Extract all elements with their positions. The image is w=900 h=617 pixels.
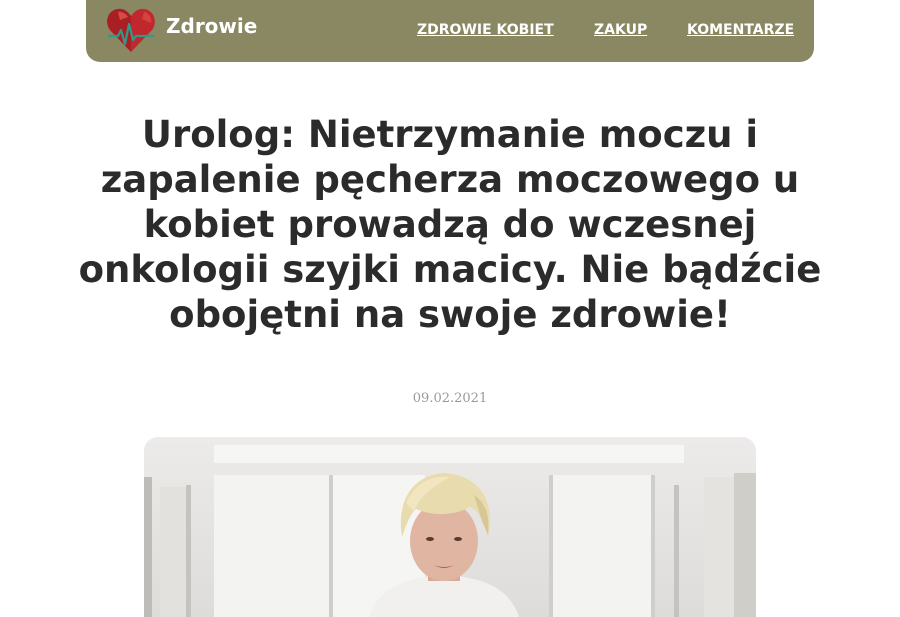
nav-item-zakup[interactable]: ZAKUP [594, 22, 647, 38]
nav-item-zdrowie-kobiet[interactable]: ZDROWIE KOBIET [417, 22, 554, 38]
doctor-photo [144, 445, 756, 617]
nav-item-komentarze[interactable]: KOMENTARZE [687, 22, 794, 38]
article-title: Urolog: Nietrzymanie moczu i zapalenie p… [78, 113, 822, 336]
site-brand[interactable]: Zdrowie [166, 14, 257, 38]
article-hero-image [144, 437, 756, 617]
heart-pulse-icon[interactable] [106, 6, 156, 54]
article-date: 09.02.2021 [412, 391, 488, 406]
site-header: Zdrowie ZDROWIE KOBIET ZAKUP KOMENTARZE [86, 0, 814, 62]
